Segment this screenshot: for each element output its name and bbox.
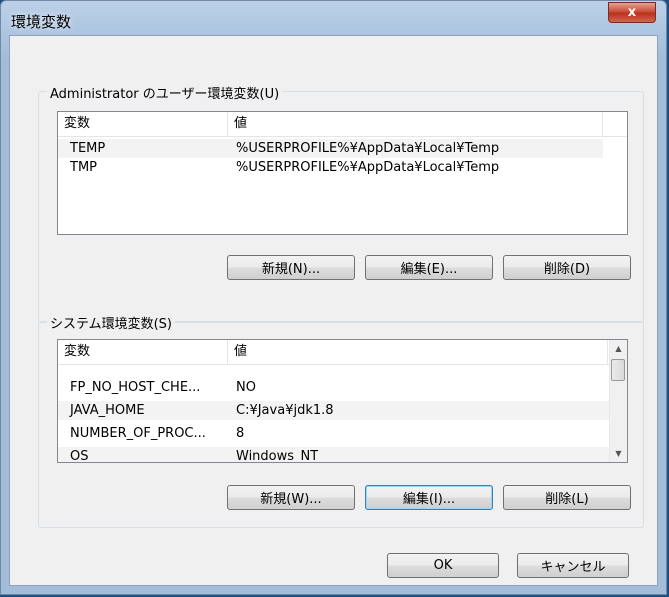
close-button[interactable]: x [608, 2, 656, 23]
cancel-button[interactable]: キャンセル [517, 553, 629, 578]
table-row[interactable]: NUMBER_OF_PROC... 8 [58, 424, 610, 443]
table-row[interactable]: JAVA_HOME C:¥Java¥jdk1.8 [58, 401, 610, 420]
table-row[interactable]: TMP %USERPROFILE%¥AppData¥Local¥Temp [58, 158, 603, 177]
column-header-variable[interactable]: 変数 [58, 112, 228, 136]
ok-button[interactable]: OK [387, 553, 499, 578]
scroll-up-icon[interactable]: ▲ [610, 340, 627, 357]
list-header: 変数 値 [58, 112, 627, 137]
variable-name: JAVA_HOME [70, 403, 145, 418]
user-variables-legend: Administrator のユーザー環境変数(U) [47, 83, 283, 102]
table-row[interactable]: TEMP %USERPROFILE%¥AppData¥Local¥Temp [58, 139, 603, 158]
user-edit-button[interactable]: 編集(E)... [365, 255, 493, 280]
scroll-thumb[interactable] [611, 359, 625, 381]
close-icon: x [627, 5, 637, 20]
dialog-body: Administrator のユーザー環境変数(U) 変数 値 TEMP %US… [9, 35, 658, 586]
system-variables-list[interactable]: 変数 値 FP_NO_HOST_CHE... NO JAVA_HOME C:¥J… [57, 339, 628, 463]
variable-name: OS [70, 449, 89, 463]
environment-variables-dialog: 環境変数 x Administrator のユーザー環境変数(U) 変数 値 T… [0, 0, 667, 595]
column-header-value[interactable]: 値 [228, 340, 608, 364]
table-row[interactable]: OS Windows_NT [58, 447, 610, 463]
variable-name: TEMP [70, 141, 106, 156]
variable-value: Windows_NT [236, 449, 319, 463]
system-new-button[interactable]: 新規(W)... [227, 485, 355, 510]
variable-name: FP_NO_HOST_CHE... [70, 380, 201, 395]
variable-value: 8 [236, 426, 245, 441]
variable-value: %USERPROFILE%¥AppData¥Local¥Temp [236, 160, 500, 175]
column-header-variable[interactable]: 変数 [58, 340, 228, 364]
system-edit-button[interactable]: 編集(I)... [365, 485, 493, 510]
variable-value: %USERPROFILE%¥AppData¥Local¥Temp [236, 141, 500, 156]
list-header: 変数 値 [58, 340, 610, 365]
variable-value: NO [236, 380, 256, 395]
vertical-scrollbar[interactable]: ▲ ▼ [609, 340, 627, 462]
user-delete-button[interactable]: 削除(D) [503, 255, 631, 280]
title-bar[interactable]: 環境変数 x [1, 1, 666, 35]
user-variables-list[interactable]: 変数 値 TEMP %USERPROFILE%¥AppData¥Local¥Te… [57, 111, 628, 235]
table-row[interactable]: FP_NO_HOST_CHE... NO [58, 378, 610, 397]
variable-name: TMP [70, 160, 97, 175]
scroll-down-icon[interactable]: ▼ [610, 445, 627, 462]
variable-value: C:¥Java¥jdk1.8 [236, 403, 334, 418]
user-new-button[interactable]: 新規(N)... [227, 255, 355, 280]
window-title: 環境変数 [11, 13, 72, 31]
variable-name: NUMBER_OF_PROC... [70, 426, 206, 441]
column-header-value[interactable]: 値 [228, 112, 603, 136]
header-filler [602, 112, 627, 136]
system-variables-legend: システム環境変数(S) [47, 313, 176, 332]
system-delete-button[interactable]: 削除(L) [503, 485, 631, 510]
